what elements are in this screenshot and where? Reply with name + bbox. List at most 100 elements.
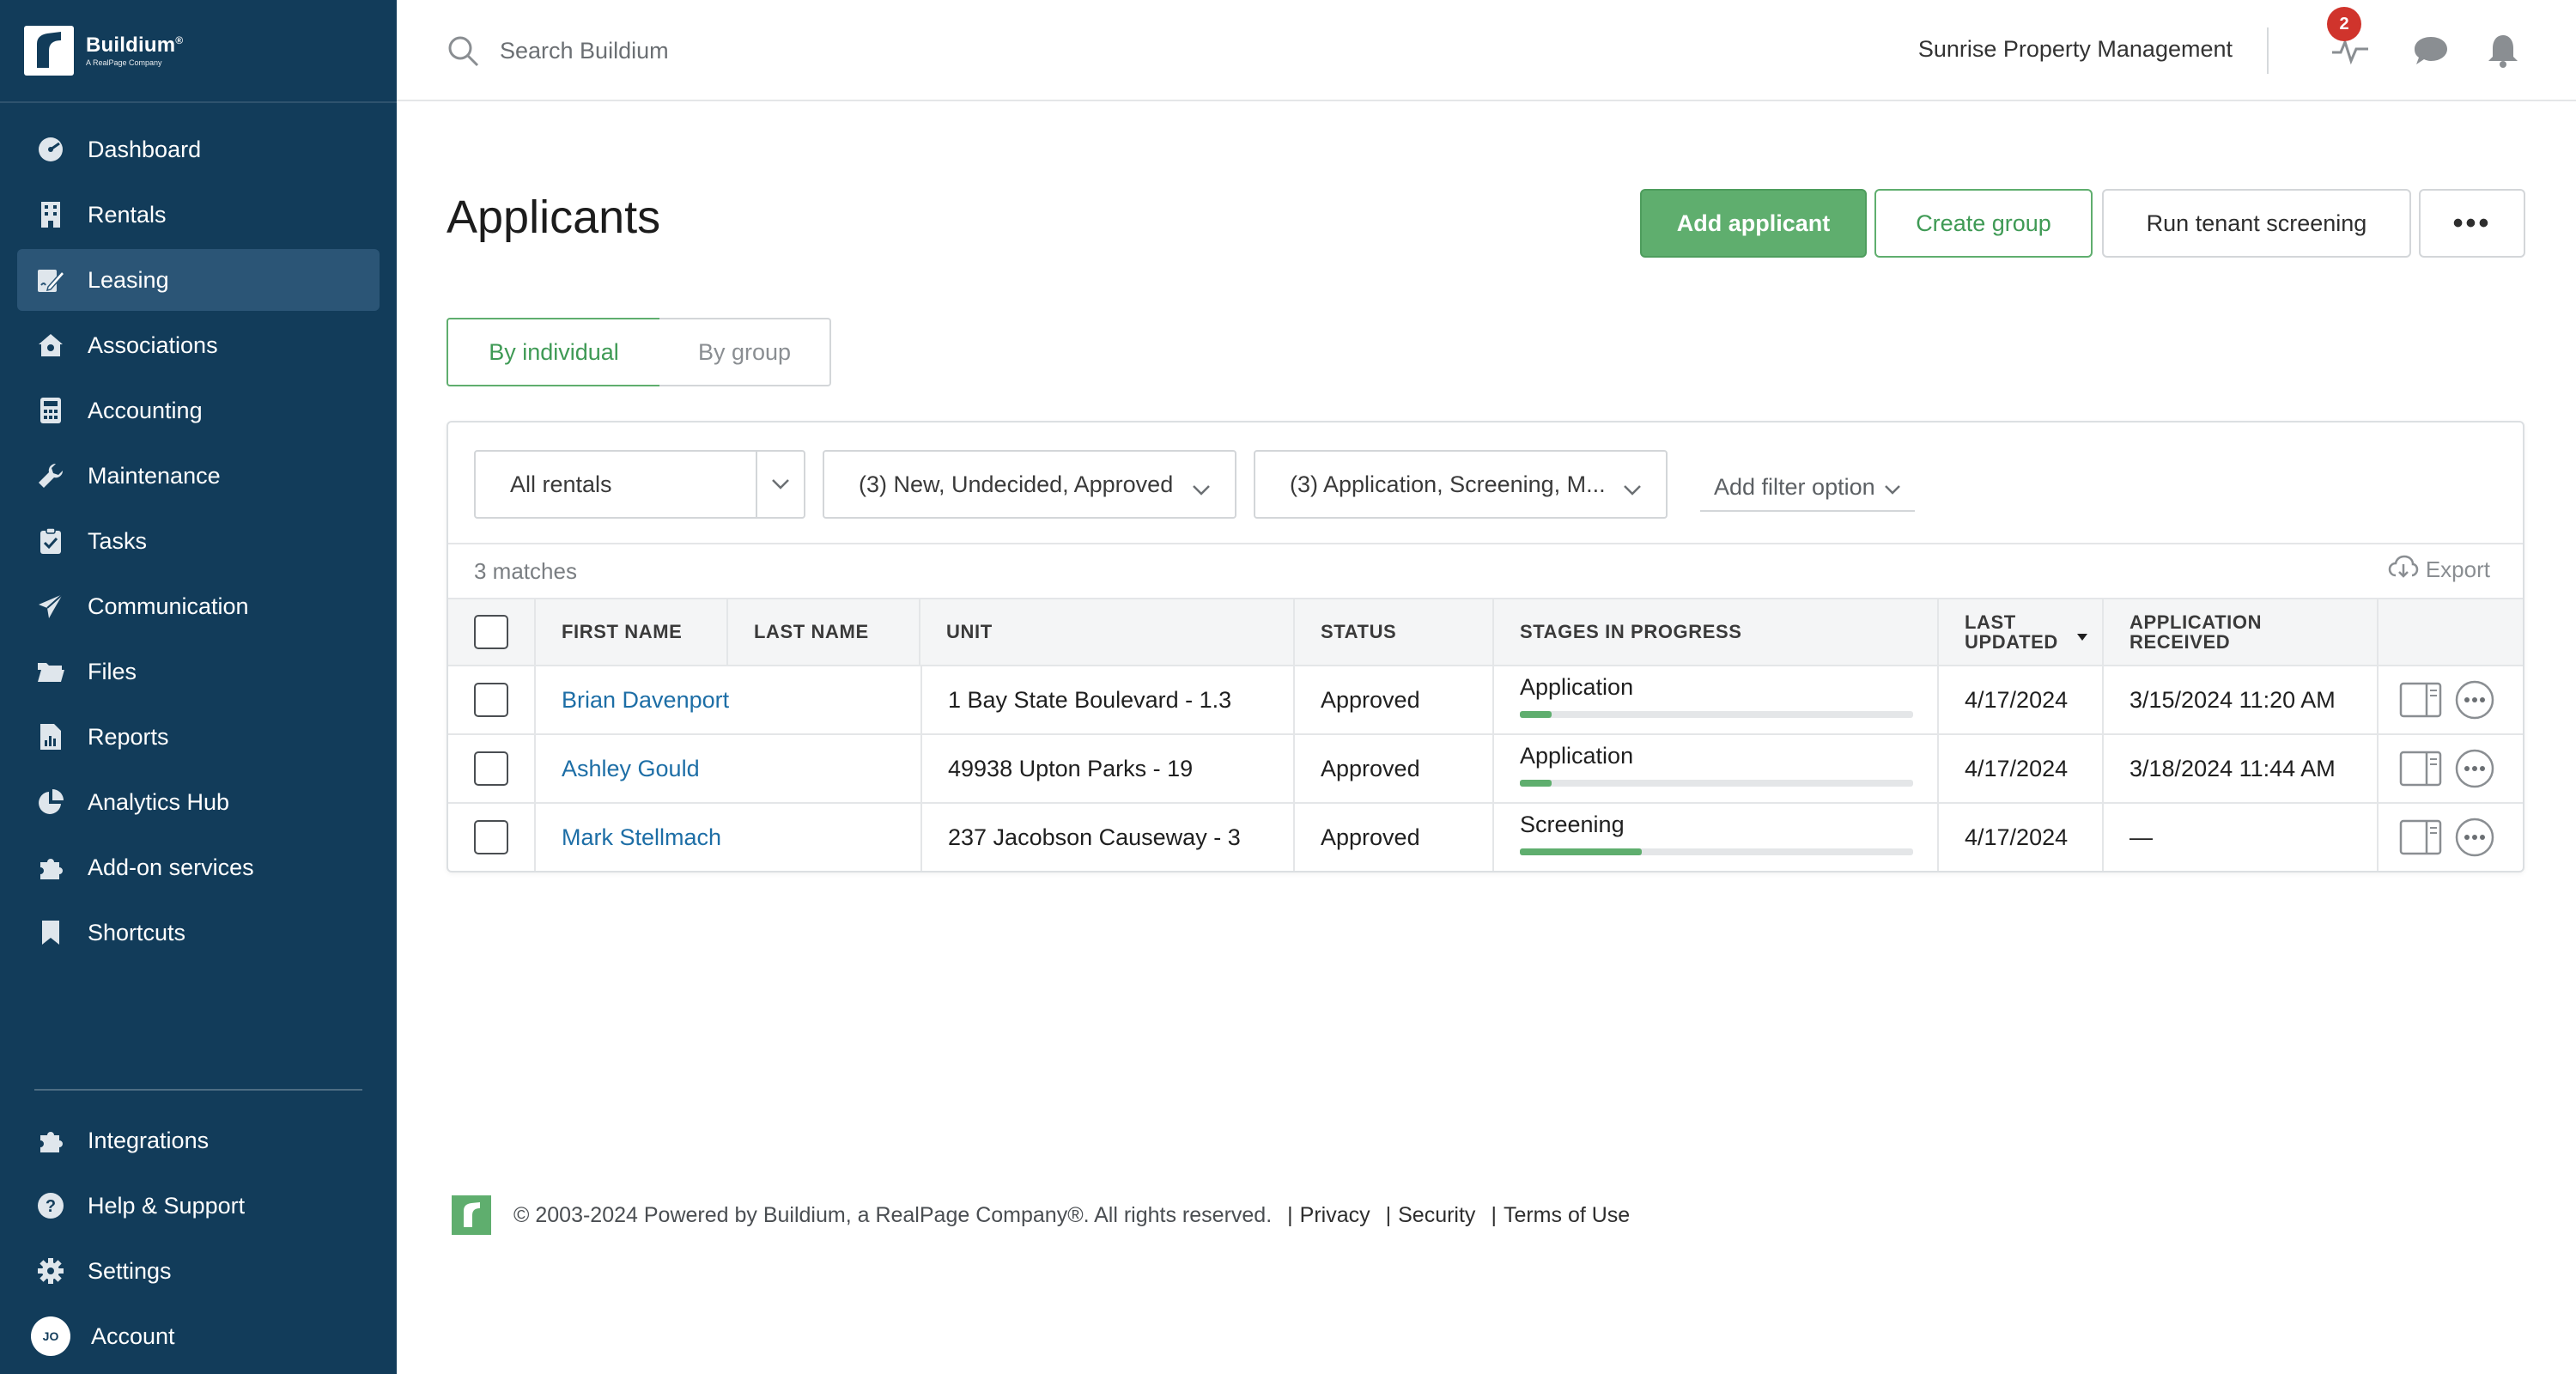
status-filter-value: (3) New, Undecided, Approved	[859, 471, 1174, 497]
security-link[interactable]: Security	[1398, 1203, 1475, 1228]
row-select-cell	[448, 735, 536, 802]
sidebar-item-accounting[interactable]: Accounting	[17, 380, 380, 441]
column-header-first-name[interactable]: FIRST NAME	[536, 599, 728, 665]
sidebar-item-help-support[interactable]: ? Help & Support	[17, 1175, 380, 1237]
status-filter[interactable]: (3) New, Undecided, Approved	[823, 450, 1236, 519]
sidebar-item-shortcuts[interactable]: Shortcuts	[17, 902, 380, 964]
column-header-last-updated[interactable]: LAST UPDATED	[1939, 599, 2104, 665]
sidebar-item-dashboard[interactable]: Dashboard	[17, 119, 380, 180]
terms-link[interactable]: Terms of Use	[1504, 1203, 1630, 1228]
sidebar-item-label: Associations	[88, 331, 218, 358]
sidebar-item-label: Help & Support	[88, 1192, 246, 1219]
run-tenant-screening-button[interactable]: Run tenant screening	[2102, 189, 2411, 258]
by-group-toggle[interactable]: By group	[659, 318, 831, 386]
create-group-button[interactable]: Create group	[1874, 189, 2093, 258]
search-icon[interactable]	[447, 34, 481, 69]
bookmark-icon	[36, 918, 65, 947]
help-icon: ?	[36, 1191, 65, 1220]
chevron-down-icon[interactable]	[756, 452, 804, 517]
select-all-checkbox[interactable]	[474, 615, 508, 649]
rentals-filter[interactable]: All rentals	[474, 450, 805, 519]
sidebar-nav: Dashboard Rentals Leasing Associations A…	[17, 119, 380, 967]
sidebar-item-maintenance[interactable]: Maintenance	[17, 445, 380, 507]
footer: © 2003-2024 Powered by Buildium, a RealP…	[452, 1195, 1630, 1235]
report-icon	[36, 722, 65, 751]
unit-cell: 49938 Upton Parks - 19	[920, 735, 1295, 802]
by-individual-toggle[interactable]: By individual	[447, 318, 661, 386]
sidebar-item-label: Rentals	[88, 201, 167, 228]
row-checkbox[interactable]	[474, 683, 508, 717]
table-row: Mark Stellmach 237 Jacobson Causeway - 3…	[448, 804, 2523, 872]
stage-progress-bar	[1520, 710, 1913, 718]
side-panel-icon[interactable]	[2399, 682, 2442, 718]
clipboard-check-icon	[36, 526, 65, 556]
row-checkbox[interactable]	[474, 751, 508, 786]
sidebar-item-analytics-hub[interactable]: Analytics Hub	[17, 771, 380, 833]
avatar-wrap: JO	[31, 1316, 70, 1356]
applicant-name-link[interactable]: Ashley Gould	[562, 756, 700, 782]
stages-filter[interactable]: (3) Application, Screening, M...	[1254, 450, 1668, 519]
sidebar-item-label: Add-on services	[88, 854, 254, 880]
paper-plane-icon	[36, 592, 65, 621]
buildium-logo-mark	[24, 26, 74, 76]
sidebar-item-communication[interactable]: Communication	[17, 575, 380, 637]
sidebar-divider	[0, 101, 397, 103]
side-panel-icon[interactable]	[2399, 751, 2442, 787]
logo-text: Buildium® A RealPage Company	[86, 34, 183, 67]
footer-separator: |	[1287, 1202, 1293, 1227]
column-header-unit[interactable]: UNIT	[920, 599, 1295, 665]
copyright-text: © 2003-2024 Powered by Buildium, a RealP…	[513, 1202, 1273, 1227]
table-row: Brian Davenport 1 Bay State Boulevard - …	[448, 666, 2523, 735]
stages-filter-value: (3) Application, Screening, M...	[1290, 471, 1606, 497]
sidebar-item-reports[interactable]: Reports	[17, 706, 380, 768]
application-received-cell: 3/18/2024 11:44 AM	[2104, 735, 2379, 802]
application-received-cell: 3/15/2024 11:20 AM	[2104, 666, 2379, 733]
sidebar-item-label: Files	[88, 658, 137, 684]
buildium-logo[interactable]: Buildium® A RealPage Company	[24, 26, 183, 76]
sidebar-item-files[interactable]: Files	[17, 641, 380, 702]
sidebar-item-integrations[interactable]: Integrations	[17, 1110, 380, 1171]
add-applicant-button[interactable]: Add applicant	[1640, 189, 1867, 258]
chat-icon[interactable]	[2411, 31, 2451, 70]
sidebar-item-associations[interactable]: Associations	[17, 314, 380, 376]
row-select-cell	[448, 804, 536, 871]
column-header-status[interactable]: STATUS	[1295, 599, 1494, 665]
stage-cell: Application	[1494, 735, 1939, 802]
sidebar-item-label: Leasing	[88, 266, 169, 293]
sidebar-item-label: Integrations	[88, 1127, 210, 1153]
column-header-application-received[interactable]: APPLICATION RECEIVED	[2104, 599, 2379, 665]
sidebar-item-add-on-services[interactable]: Add-on services	[17, 836, 380, 898]
privacy-link[interactable]: Privacy	[1300, 1203, 1370, 1228]
export-button[interactable]: Export	[2388, 555, 2490, 585]
sidebar-item-label: Communication	[88, 593, 249, 619]
application-received-cell: —	[2104, 804, 2379, 871]
applicant-name-link[interactable]: Mark Stellmach	[562, 824, 721, 851]
more-options-icon[interactable]	[2454, 679, 2495, 720]
cloud-download-icon	[2388, 555, 2426, 585]
row-checkbox[interactable]	[474, 820, 508, 854]
bell-icon[interactable]	[2483, 31, 2523, 70]
folder-icon	[36, 657, 65, 686]
wrench-icon	[36, 461, 65, 490]
sidebar-item-rentals[interactable]: Rentals	[17, 184, 380, 246]
sidebar-item-tasks[interactable]: Tasks	[17, 510, 380, 572]
stage-progress-bar	[1520, 779, 1913, 787]
column-header-stages[interactable]: STAGES IN PROGRESS	[1494, 599, 1939, 665]
sidebar-item-account[interactable]: JO Account	[17, 1305, 380, 1367]
sidebar-item-settings[interactable]: Settings	[17, 1240, 380, 1302]
sort-desc-icon	[2076, 625, 2088, 645]
search-input[interactable]	[500, 29, 1101, 72]
more-options-icon[interactable]	[2454, 748, 2495, 789]
more-options-icon[interactable]	[2454, 817, 2495, 858]
applicant-name-link[interactable]: Brian Davenport	[562, 687, 729, 714]
last-updated-cell: 4/17/2024	[1939, 735, 2104, 802]
stage-progress-fill	[1520, 710, 1552, 718]
column-header-last-name[interactable]: LAST NAME	[728, 599, 920, 665]
sidebar-item-label: Dashboard	[88, 136, 202, 162]
more-actions-button[interactable]: •••	[2419, 189, 2525, 258]
side-panel-icon[interactable]	[2399, 819, 2442, 855]
sidebar-item-leasing[interactable]: Leasing	[17, 249, 380, 311]
svg-text:?: ?	[46, 1197, 56, 1216]
add-filter-option[interactable]: Add filter option	[1700, 471, 1915, 512]
company-name[interactable]: Sunrise Property Management	[1918, 36, 2233, 63]
